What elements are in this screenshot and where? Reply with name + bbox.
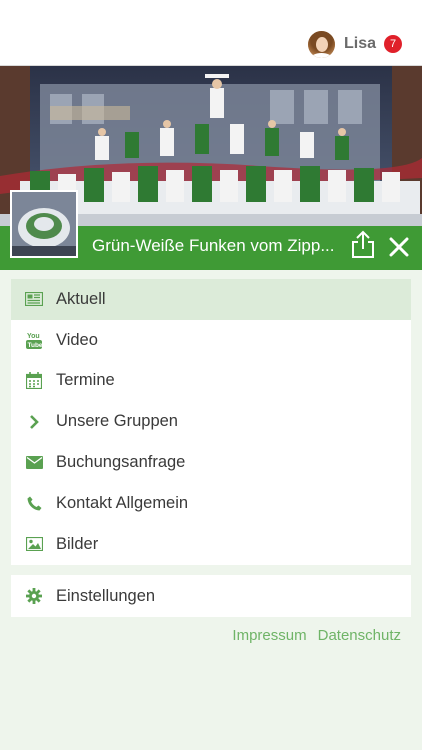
menu-item-aktuell[interactable]: Aktuell [11, 279, 411, 320]
menu-label: Unsere Gruppen [56, 412, 178, 431]
menu-item-video[interactable]: You Tube Video [11, 320, 411, 361]
svg-text:You: You [27, 333, 40, 340]
share-button[interactable] [350, 230, 376, 260]
group-title: Grün-Weiße Funken vom Zipp... [92, 236, 335, 255]
menu-label: Bilder [56, 534, 99, 553]
menu-item-kontakt-allgemein[interactable]: Kontakt Allgemein [11, 483, 411, 524]
menu-item-buchungsanfrage[interactable]: Buchungsanfrage [11, 442, 411, 483]
menu-label: Buchungsanfrage [56, 453, 186, 472]
phone-icon [25, 494, 43, 512]
notification-badge[interactable]: 7 [384, 35, 402, 53]
youtube-icon: You Tube [25, 331, 43, 350]
menu-item-termine[interactable]: Termine [11, 361, 411, 402]
avatar[interactable] [307, 30, 335, 58]
close-icon [389, 237, 409, 257]
envelope-icon [25, 454, 43, 472]
image-icon [25, 535, 43, 553]
footer-links: Impressum Datenschutz [232, 627, 401, 644]
newspaper-icon [25, 290, 43, 308]
menu-label: Video [56, 330, 98, 349]
datenschutz-link[interactable]: Datenschutz [318, 627, 401, 644]
menu-label: Kontakt Allgemein [56, 493, 189, 512]
navigation-menu: Aktuell You Tube Video Termine Unsere Gru… [11, 279, 411, 565]
chevron-right-icon [25, 413, 43, 431]
menu-item-bilder[interactable]: Bilder [11, 524, 411, 565]
settings-label: Einstellungen [56, 586, 156, 605]
impressum-link[interactable]: Impressum [232, 627, 306, 644]
menu-label: Aktuell [56, 289, 106, 308]
menu-label: Termine [56, 371, 115, 390]
close-button[interactable] [387, 235, 411, 259]
svg-text:Tube: Tube [28, 342, 43, 349]
calendar-icon [25, 372, 43, 390]
share-icon [352, 230, 374, 258]
gear-icon [25, 587, 43, 605]
top-bar: Lisa 7 [0, 0, 422, 66]
user-name[interactable]: Lisa [344, 35, 376, 53]
user-profile[interactable]: Lisa 7 [307, 30, 402, 58]
group-thumbnail[interactable] [10, 190, 78, 258]
menu-item-einstellungen[interactable]: Einstellungen [11, 575, 411, 617]
menu-item-unsere-gruppen[interactable]: Unsere Gruppen [11, 401, 411, 442]
